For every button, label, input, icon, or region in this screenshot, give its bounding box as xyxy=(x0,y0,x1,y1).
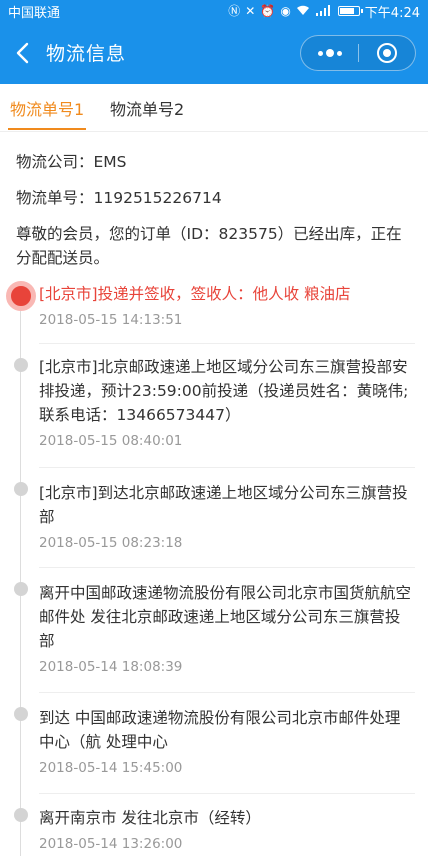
timeline-line xyxy=(20,292,21,856)
alarm-icon: ⏰ xyxy=(260,4,276,18)
tracking-tabs: 物流单号1 物流单号2 xyxy=(0,84,428,132)
tab-tracking-1[interactable]: 物流单号1 xyxy=(10,96,84,120)
event-time: 2018-05-14 15:45:00 xyxy=(39,760,183,776)
eye-icon: ◉ xyxy=(280,4,291,18)
more-dots-icon xyxy=(317,49,342,57)
tracking-number: 物流单号：1192515226714 xyxy=(16,189,222,207)
miniapp-capsule xyxy=(300,35,416,71)
close-miniapp-button[interactable] xyxy=(359,36,415,70)
logistics-company: 物流公司：EMS xyxy=(16,153,127,171)
wifi-icon xyxy=(296,5,310,18)
event-text: [北京市]北京邮政速递上地区域分公司东三旗营投部安排投递，预计23:59:00前… xyxy=(39,358,409,424)
divider xyxy=(39,343,415,344)
timeline-dot xyxy=(14,358,28,372)
carrier-label: 中国联通 xyxy=(8,5,61,21)
timeline-event: [北京市]到达北京邮政速递上地区域分公司东三旗营投部 2018-05-15 08… xyxy=(39,481,413,551)
tab-active-indicator xyxy=(8,128,86,130)
nav-bar: 物流信息 xyxy=(0,22,428,84)
timeline-event: 到达 中国邮政速递物流股份有限公司北京市邮件处理中心（航 处理中心 2018-0… xyxy=(39,706,413,776)
battery-icon xyxy=(337,6,363,16)
timeline-dot xyxy=(14,482,28,496)
event-time: 2018-05-15 08:23:18 xyxy=(39,535,183,551)
clock: 下午4:24 xyxy=(364,5,420,21)
event-time: 2018-05-15 08:40:01 xyxy=(39,433,183,449)
divider xyxy=(39,793,415,794)
chevron-left-icon xyxy=(16,42,29,64)
back-button[interactable] xyxy=(10,38,36,68)
nfc-icon: Ⓝ xyxy=(228,4,241,18)
divider xyxy=(39,467,415,468)
event-text: 离开南京市 发往北京市（经转） xyxy=(39,809,261,827)
divider xyxy=(39,692,415,693)
event-text: [北京市]到达北京邮政速递上地区域分公司东三旗营投部 xyxy=(39,484,408,526)
event-time: 2018-05-15 14:13:51 xyxy=(39,312,183,328)
event-text: 到达 中国邮政速递物流股份有限公司北京市邮件处理中心（航 处理中心 xyxy=(39,709,401,751)
more-button[interactable] xyxy=(301,36,358,70)
timeline-dot-active xyxy=(6,281,36,311)
timeline-event: [北京市]投递并签收，签收人：他人收 粮油店 2018-05-15 14:13:… xyxy=(39,282,413,328)
page-title: 物流信息 xyxy=(46,43,127,65)
divider xyxy=(39,567,415,568)
mute-icon: ✕ xyxy=(245,4,256,18)
event-text: [北京市]投递并签收，签收人：他人收 粮油店 xyxy=(39,285,351,303)
tab-tracking-2[interactable]: 物流单号2 xyxy=(110,96,184,120)
status-bar: 中国联通 Ⓝ ✕ ⏰ ◉ 下午4:24 xyxy=(0,0,428,22)
order-notice: 尊敬的会员，您的订单（ID：823575）已经出库，正在分配配送员。 xyxy=(16,225,402,267)
timeline-dot xyxy=(14,707,28,721)
target-icon xyxy=(377,43,397,63)
event-text: 离开中国邮政速递物流股份有限公司北京市国货航航空邮件处 发往北京邮政速递上地区域… xyxy=(39,584,412,650)
event-time: 2018-05-14 18:08:39 xyxy=(39,659,183,675)
timeline-event: [北京市]北京邮政速递上地区域分公司东三旗营投部安排投递，预计23:59:00前… xyxy=(39,355,413,449)
timeline-dot xyxy=(14,808,28,822)
timeline-event: 离开中国邮政速递物流股份有限公司北京市国货航航空邮件处 发往北京邮政速递上地区域… xyxy=(39,581,413,675)
status-icons: Ⓝ ✕ ⏰ ◉ 下午4:24 xyxy=(228,2,420,21)
signal-4g-icon xyxy=(315,4,333,18)
timeline-dot xyxy=(14,582,28,596)
timeline-event: 离开南京市 发往北京市（经转） 2018-05-14 13:26:00 xyxy=(39,806,413,852)
event-time: 2018-05-14 13:26:00 xyxy=(39,836,183,852)
